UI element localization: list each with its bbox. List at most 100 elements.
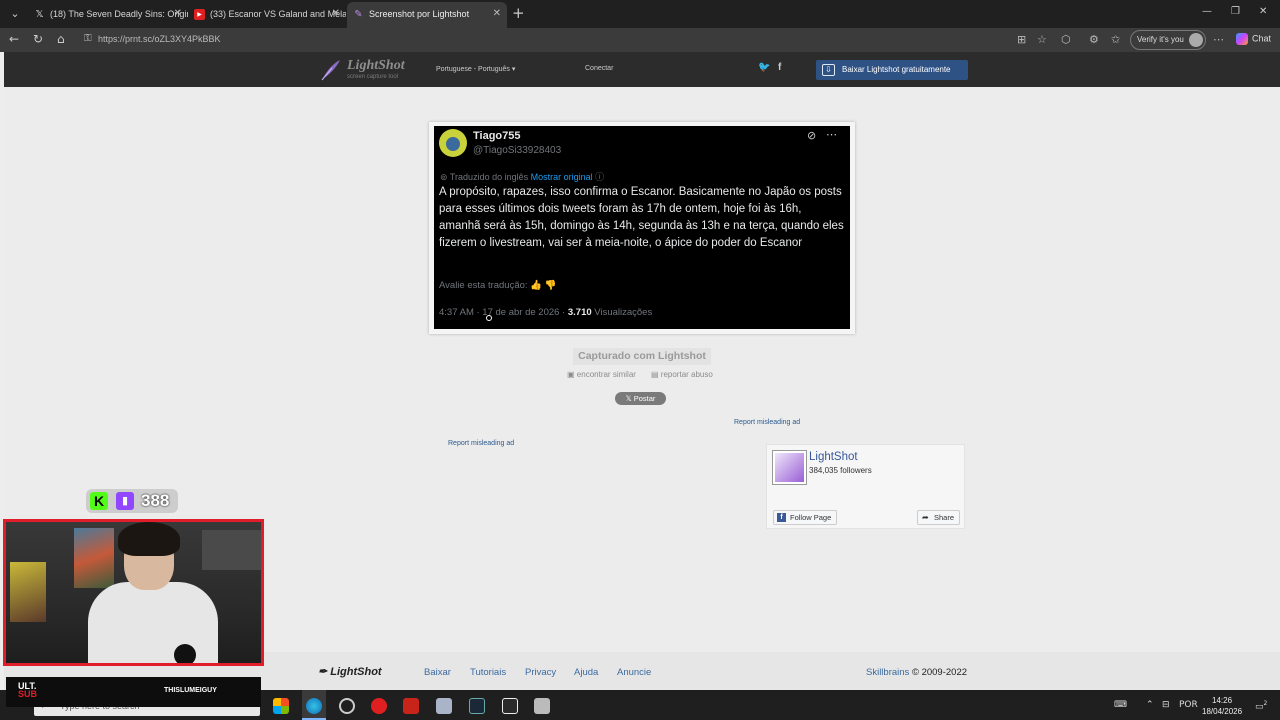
translation-note: ⊚ Traduzido do inglês Mostrar original ⓘ [440,172,605,182]
footer-link-tutorials[interactable]: Tutoriais [470,667,506,678]
report-abuse-link[interactable]: ▤ reportar abuso [651,370,713,379]
viewer-counter: K ▮ 388 [86,489,178,513]
stream-banner: ULT. SUB THISLUMEIGUY [6,677,261,707]
thumbs-down-icon: 👎 [544,280,557,291]
lightshot-feather-icon: ✎ [354,9,363,20]
thumbs-up-icon: 👍 [530,280,543,291]
shield-app-icon[interactable] [436,698,452,714]
flag-icon: ▤ [651,370,659,379]
streamer-handle: THISLUMEIGUY [164,687,217,694]
copilot-chat-button[interactable]: Chat [1236,33,1271,45]
mouse-cursor-icon [486,315,492,321]
info-icon: ⓘ [595,172,605,182]
network-icon[interactable]: ⊟ [1162,700,1170,710]
report-misleading-ad-link[interactable]: Report misleading ad [448,440,514,447]
facebook-icon: f [777,513,786,522]
tweet-text: A propósito, rapazes, isso confirma o Es… [439,186,844,249]
x-logo-icon: 𝕏 [625,394,632,403]
find-similar-link[interactable]: ▣ encontrar similar [567,370,636,379]
lightshot-header: LightShot screen capture tool Portuguese… [4,52,1280,87]
url-text[interactable]: https://prnt.sc/oZL3XY4PkBBK [98,34,221,44]
minimize-icon[interactable]: — [1202,6,1212,17]
tab-escanor-video[interactable]: ▶ (33) Escanor VS Galand and Melas ✕ [188,2,346,28]
favorites-icon[interactable]: ✩ [1111,33,1120,46]
grok-icon: ⊘ [807,129,817,142]
youtube-music-icon[interactable] [371,698,387,714]
download-lightshot-button[interactable]: ⇩ Baixar Lightshot gratuitamente [816,60,968,80]
tab-seven-deadly-sins[interactable]: 𝕏 (18) The Seven Deadly Sins: Origin ✕ [28,2,188,28]
footer-logo[interactable]: ✒ LightShot [318,665,382,678]
more-icon: ⋯ [826,128,837,141]
notifications-icon[interactable]: ▭2 [1255,700,1267,712]
rate-translation: Avalie esta tradução: 👍 👎 [439,280,557,291]
copyright: Skillbrains © 2009-2022 [866,667,968,678]
translate-icon: ⊚ [440,172,448,182]
show-hidden-icons[interactable]: ⌃ [1146,700,1154,710]
epic-games-icon[interactable] [502,698,518,714]
browser-essentials-icon[interactable]: ⚙ [1089,33,1099,46]
address-bar[interactable]: ⚿ https://prnt.sc/oZL3XY4PkBBK [78,30,1008,50]
tab-lightshot[interactable]: ✎ Screenshot por Lightshot ✕ [347,2,507,28]
tab-actions-icon[interactable]: ⌄ [6,5,24,23]
facebook-page-name[interactable]: LightShot [809,451,858,463]
site-info-icon[interactable]: ⚿ [84,33,92,44]
report-misleading-ad-link[interactable]: Report misleading ad [734,419,800,426]
follow-page-button[interactable]: f Follow Page [773,510,838,525]
screenshot-image[interactable]: Tiago755 @TiagoSi33928403 ⊘ ⋯ ⊚ Traduzid… [434,126,850,329]
close-window-icon[interactable]: ✕ [1259,6,1267,17]
more-options-icon[interactable]: ⋯ [1213,33,1224,46]
tweet-meta: 4:37 AM · 17 de abr de 2026 · 3.710 Visu… [439,307,653,318]
extensions-icon[interactable]: ⬡ [1061,33,1071,46]
youtube-icon: ▶ [194,9,205,20]
facebook-page-widget: LightShot 384,035 followers f Follow Pag… [766,444,965,529]
app-red-icon[interactable] [403,698,419,714]
photo-app-icon[interactable] [534,698,550,714]
close-tab-icon[interactable]: ✕ [493,2,501,26]
image-icon: ▣ [567,370,575,379]
lightshot-page-logo[interactable] [772,450,807,485]
kick-icon: K [90,492,108,510]
app-available-icon[interactable]: ⊞ [1017,33,1026,46]
new-tab-icon[interactable]: + [512,4,525,22]
obs-icon[interactable] [339,698,355,714]
connect-link[interactable]: Conectar [585,65,613,72]
footer-link-help[interactable]: Ajuda [574,667,598,678]
ult-sub-logo: ULT. SUB [18,681,38,699]
twitter-icon[interactable]: 🐦 [758,62,770,73]
webcam-overlay [3,519,264,666]
verify-profile-button[interactable]: Verify it's you [1130,30,1206,50]
download-icon: ⇩ [822,64,835,76]
reload-icon[interactable]: ↻ [33,32,43,46]
share-icon: ➦ [922,513,929,522]
tweet-avatar [439,129,467,157]
maximize-icon[interactable]: ❐ [1231,6,1240,17]
facebook-icon[interactable]: f [778,62,781,73]
captured-with-lightshot: Capturado com Lightshot [573,348,711,365]
steam-icon[interactable] [469,698,485,714]
home-icon[interactable]: ⌂ [57,32,65,46]
profile-avatar [1189,33,1203,47]
copilot-taskbar-icon[interactable] [273,698,289,714]
browser-toolbar: ← ↻ ⌂ ⚿ https://prnt.sc/oZL3XY4PkBBK ⊞ ☆… [0,28,1280,52]
copilot-icon [1236,33,1248,45]
browser-tab-strip: ⌄ 𝕏 (18) The Seven Deadly Sins: Origin ✕… [0,0,1280,28]
favorite-star-icon[interactable]: ☆ [1037,33,1047,46]
language-select[interactable]: Portuguese - Português ▾ [436,65,515,73]
footer-link-advertise[interactable]: Anuncie [617,667,651,678]
post-to-x-button[interactable]: 𝕏 Postar [615,392,666,405]
twitch-icon: ▮ [116,492,134,510]
share-button[interactable]: ➦ Share [917,510,961,525]
footer-link-privacy[interactable]: Privacy [525,667,556,678]
feather-icon [321,60,340,81]
edge-icon[interactable] [306,698,322,714]
keyboard-icon[interactable]: ⌨ [1114,700,1127,710]
close-tab-icon[interactable]: ✕ [332,2,340,26]
facebook-followers: 384,035 followers [809,466,872,475]
close-tab-icon[interactable]: ✕ [174,2,182,26]
language-indicator[interactable]: POR [1179,700,1198,710]
tweet-author-handle: @TiagoSi33928403 [473,145,562,156]
footer-link-download[interactable]: Baixar [424,667,451,678]
tweet-author-name: Tiago755 [473,130,521,142]
taskbar-clock[interactable]: 14:26 18/04/2026 [1202,695,1242,717]
back-icon[interactable]: ← [9,32,19,46]
